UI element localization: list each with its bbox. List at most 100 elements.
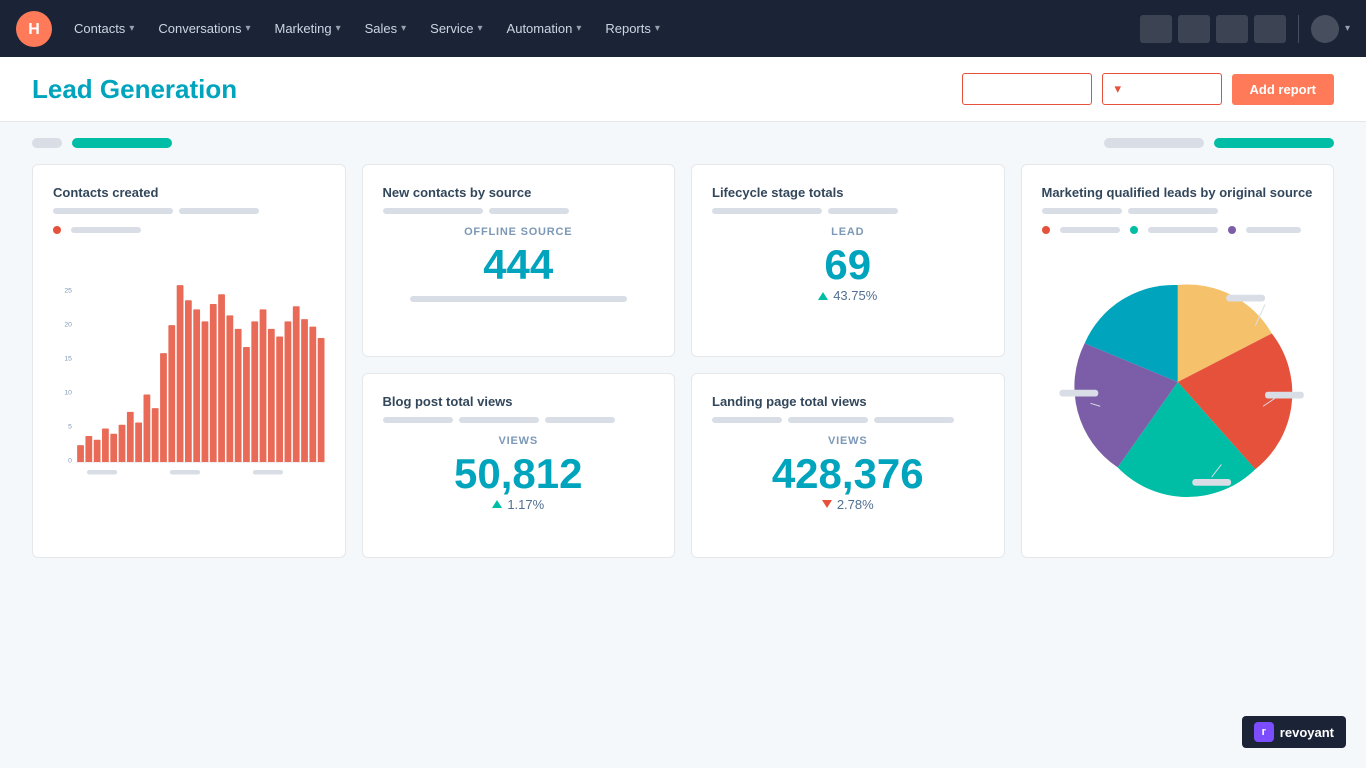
landing-change: 2.78% [712, 497, 984, 512]
chevron-down-icon[interactable]: ▾ [1345, 23, 1350, 34]
legend-dot-3 [1228, 226, 1236, 234]
nav-actions: ▾ [1140, 15, 1350, 43]
nav-item-reports[interactable]: Reports ▾ [595, 15, 670, 42]
nav-divider [1298, 15, 1299, 43]
content-area: Contacts created 25 20 15 10 5 0 [0, 164, 1366, 590]
header-actions: ▾ Add report [962, 73, 1334, 105]
nav-action-btn-2[interactable] [1178, 15, 1210, 43]
filter-pill-a [53, 208, 173, 214]
revoyant-badge: r revoyant [1242, 716, 1346, 748]
nav-item-service[interactable]: Service ▾ [420, 15, 492, 42]
contacts-created-title: Contacts created [53, 185, 325, 200]
dashboard-grid: Contacts created 25 20 15 10 5 0 [32, 164, 1334, 558]
chevron-down-icon: ▾ [1115, 81, 1122, 97]
filter-pill [32, 138, 62, 148]
stat-bar [410, 296, 627, 302]
svg-text:15: 15 [64, 356, 72, 363]
nav-item-automation[interactable]: Automation ▾ [497, 15, 592, 42]
filter-pill-b [179, 208, 259, 214]
filter-pill-c [383, 208, 483, 214]
legend-label-2 [1148, 227, 1218, 233]
stat-value-428376: 428,376 [712, 451, 984, 497]
source-label: OFFLINE SOURCE [383, 226, 655, 238]
filter-pill-h [1128, 208, 1218, 214]
legend-label [71, 227, 141, 233]
blog-filter-bar [383, 417, 655, 423]
filter-button-1[interactable] [962, 73, 1092, 105]
pie-chart-svg [1042, 242, 1314, 522]
arrow-up-icon-blog [492, 500, 502, 508]
legend-dot-2 [1130, 226, 1138, 234]
mql-legend [1042, 226, 1314, 234]
chevron-down-icon: ▾ [245, 23, 250, 34]
lifecycle-change: 43.75% [712, 288, 984, 303]
nav-item-contacts[interactable]: Contacts ▾ [64, 15, 144, 42]
mql-filter-bar [1042, 208, 1314, 214]
nav-action-btn-1[interactable] [1140, 15, 1172, 43]
landing-page-views-card: Landing page total views VIEWS 428,376 2… [691, 373, 1005, 559]
page-title: Lead Generation [32, 74, 237, 105]
chevron-down-icon: ▾ [655, 23, 660, 34]
avatar[interactable] [1311, 15, 1339, 43]
arrow-up-icon [818, 292, 828, 300]
landing-views-label: VIEWS [712, 435, 984, 447]
svg-text:5: 5 [68, 423, 72, 430]
svg-text:20: 20 [64, 322, 72, 329]
top-navigation: H Contacts ▾ Conversations ▾ Marketing ▾… [0, 0, 1366, 57]
stat-value-444: 444 [383, 242, 655, 288]
filter-bar [0, 122, 1366, 164]
add-report-button[interactable]: Add report [1232, 74, 1334, 105]
blog-views-label: VIEWS [383, 435, 655, 447]
svg-text:10: 10 [64, 390, 72, 397]
mql-title: Marketing qualified leads by original so… [1042, 185, 1314, 200]
filter-left [32, 138, 172, 148]
filter-pill-k [545, 417, 615, 423]
mql-by-source-card: Marketing qualified leads by original so… [1021, 164, 1335, 558]
contacts-created-card: Contacts created 25 20 15 10 5 0 [32, 164, 346, 558]
blog-post-views-card: Blog post total views VIEWS 50,812 1.17% [362, 373, 676, 559]
filter-button-2[interactable]: ▾ [1102, 73, 1222, 105]
page-header: Lead Generation ▾ Add report [0, 57, 1366, 122]
chevron-down-icon: ▾ [478, 23, 483, 34]
filter-pill-right-1 [1104, 138, 1204, 148]
landing-page-title: Landing page total views [712, 394, 984, 409]
filter-pill-n [874, 417, 954, 423]
nav-item-marketing[interactable]: Marketing ▾ [264, 15, 350, 42]
revoyant-icon: r [1254, 722, 1274, 742]
nav-action-btn-4[interactable] [1254, 15, 1286, 43]
filter-pill-d [489, 208, 569, 214]
lifecycle-stage-card: Lifecycle stage totals LEAD 69 43.75% [691, 164, 1005, 357]
filter-pill-right-2 [1214, 138, 1334, 148]
new-contacts-title: New contacts by source [383, 185, 655, 200]
filter-pill-l [712, 417, 782, 423]
svg-text:H: H [28, 21, 40, 38]
lifecycle-title: Lifecycle stage totals [712, 185, 984, 200]
card-filter-bar-3 [712, 208, 984, 214]
nav-item-sales[interactable]: Sales ▾ [355, 15, 417, 42]
card-filter-bar-2 [383, 208, 655, 214]
nav-item-conversations[interactable]: Conversations ▾ [148, 15, 260, 42]
chevron-down-icon: ▾ [129, 23, 134, 34]
svg-text:0: 0 [68, 457, 72, 464]
svg-text:25: 25 [64, 288, 72, 295]
legend-dot-1 [1042, 226, 1050, 234]
stat-value-69: 69 [712, 242, 984, 288]
filter-pill-f [828, 208, 898, 214]
bar-chart-svg: 25 20 15 10 5 0 [53, 242, 325, 532]
legend-dot-red [53, 226, 61, 234]
filter-pill-i [383, 417, 453, 423]
landing-filter-bar [712, 417, 984, 423]
legend-label-3 [1246, 227, 1301, 233]
hubspot-logo: H [16, 11, 52, 47]
legend-label-1 [1060, 227, 1120, 233]
filter-pill-e [712, 208, 822, 214]
nav-action-btn-3[interactable] [1216, 15, 1248, 43]
filter-pill-teal [72, 138, 172, 148]
lifecycle-label: LEAD [712, 226, 984, 238]
blog-post-title: Blog post total views [383, 394, 655, 409]
chevron-down-icon: ▾ [401, 23, 406, 34]
arrow-down-icon-landing [822, 500, 832, 508]
filter-pill-m [788, 417, 868, 423]
filter-pill-j [459, 417, 539, 423]
new-contacts-by-source-card: New contacts by source OFFLINE SOURCE 44… [362, 164, 676, 357]
